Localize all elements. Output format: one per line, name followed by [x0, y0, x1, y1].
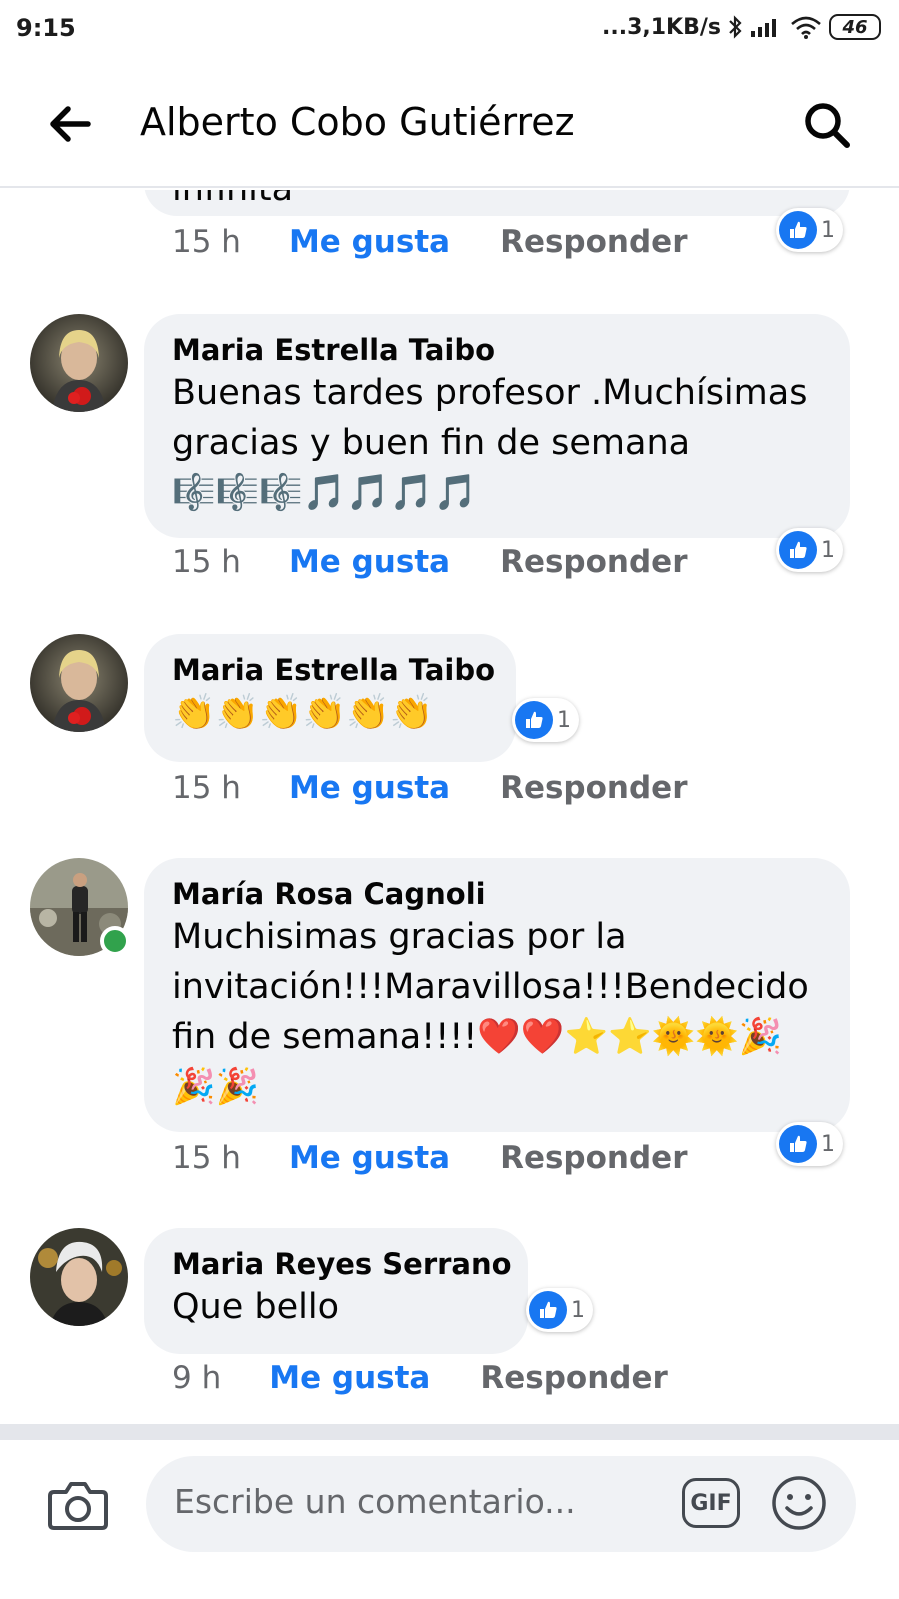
bluetooth-icon [729, 15, 742, 39]
comment-text: Buenas tardes profesor .Muchísimas graci… [172, 373, 808, 513]
like-reaction-icon [779, 211, 817, 249]
comments-list: infinita 1 15 h Me gusta Responder Maria… [0, 190, 899, 1450]
reaction-count-label: 1 [571, 1297, 585, 1323]
page-title: Alberto Cobo Gutiérrez [140, 100, 575, 144]
smiley-icon[interactable] [770, 1474, 828, 1532]
comment-author[interactable]: María Rosa Cagnoli [172, 876, 822, 912]
comment-text: Que bello [172, 1287, 340, 1327]
comment-time: 15 h [172, 544, 241, 580]
comment-time: 15 h [172, 1140, 241, 1176]
network-speed: ...3,1KB/s [602, 14, 721, 40]
comment-actions: 15 h Me gusta Responder [172, 544, 688, 580]
comment-input[interactable]: Escribe un comentario... GIF [146, 1456, 856, 1552]
search-icon[interactable] [800, 98, 854, 152]
reaction-count-label: 1 [557, 707, 571, 733]
like-reaction-icon [515, 701, 553, 739]
comment-composer: Escribe un comentario... GIF [0, 1440, 899, 1599]
comment-input-placeholder: Escribe un comentario... [174, 1482, 576, 1521]
signal-icon [751, 19, 776, 37]
like-button[interactable]: Me gusta [289, 224, 450, 260]
app-bar: Alberto Cobo Gutiérrez [0, 60, 899, 188]
comment-bubble[interactable]: infinita [144, 190, 850, 216]
comment-bubble[interactable]: Maria Estrella Taibo 👏👏👏👏👏👏 [144, 634, 516, 762]
comment-actions: 9 h Me gusta Responder [172, 1360, 668, 1396]
comment-actions: 15 h Me gusta Responder [172, 1140, 688, 1176]
avatar[interactable] [30, 314, 128, 412]
status-indicators: ...3,1KB/s 46 [602, 14, 881, 40]
like-reaction-icon [779, 1125, 817, 1163]
reply-button[interactable]: Responder [500, 224, 687, 260]
wifi-icon [791, 16, 821, 39]
status-bar: 9:15 ...3,1KB/s 46 [0, 0, 899, 60]
reaction-count-label: 1 [821, 217, 835, 243]
like-button[interactable]: Me gusta [289, 544, 450, 580]
comment-text: 👏👏👏👏👏👏 [172, 693, 434, 733]
comment-bubble[interactable]: María Rosa Cagnoli Muchisimas gracias po… [144, 858, 850, 1132]
reaction-count[interactable]: 1 [776, 208, 843, 252]
reaction-count-label: 1 [821, 537, 835, 563]
online-status-indicator [100, 926, 130, 956]
reply-button[interactable]: Responder [500, 1140, 687, 1176]
arrow-left-icon[interactable] [44, 98, 96, 150]
comment-author[interactable]: Maria Estrella Taibo [172, 332, 822, 368]
reaction-count[interactable]: 1 [512, 698, 579, 742]
reaction-count[interactable]: 1 [526, 1288, 593, 1332]
battery-indicator: 46 [829, 14, 881, 40]
comment-bubble[interactable]: Maria Estrella Taibo Buenas tardes profe… [144, 314, 850, 538]
reaction-count-label: 1 [821, 1131, 835, 1157]
like-reaction-icon [529, 1291, 567, 1329]
comment-text: Muchisimas gracias por la invitación!!!M… [172, 917, 809, 1107]
status-time: 9:15 [16, 14, 76, 42]
reaction-count[interactable]: 1 [776, 528, 843, 572]
avatar[interactable] [30, 634, 128, 732]
comment-author[interactable]: Maria Estrella Taibo [172, 652, 495, 688]
camera-icon[interactable] [46, 1472, 110, 1536]
like-button[interactable]: Me gusta [289, 770, 450, 806]
avatar[interactable] [30, 1228, 128, 1326]
comment-text: infinita [172, 190, 822, 214]
comment-author[interactable]: Maria Reyes Serrano [172, 1246, 512, 1282]
gif-button[interactable]: GIF [682, 1478, 740, 1528]
comment-bubble[interactable]: Maria Reyes Serrano Que bello [144, 1228, 528, 1354]
comment-time: 15 h [172, 224, 241, 260]
reply-button[interactable]: Responder [500, 544, 687, 580]
divider [0, 1424, 899, 1440]
reply-button[interactable]: Responder [500, 770, 687, 806]
like-reaction-icon [779, 531, 817, 569]
comment-actions: 15 h Me gusta Responder [172, 224, 688, 260]
like-button[interactable]: Me gusta [289, 1140, 450, 1176]
reply-button[interactable]: Responder [480, 1360, 667, 1396]
comment-time: 9 h [172, 1360, 222, 1396]
comment-actions: 15 h Me gusta Responder [172, 770, 688, 806]
comment-time: 15 h [172, 770, 241, 806]
like-button[interactable]: Me gusta [269, 1360, 430, 1396]
reaction-count[interactable]: 1 [776, 1122, 843, 1166]
